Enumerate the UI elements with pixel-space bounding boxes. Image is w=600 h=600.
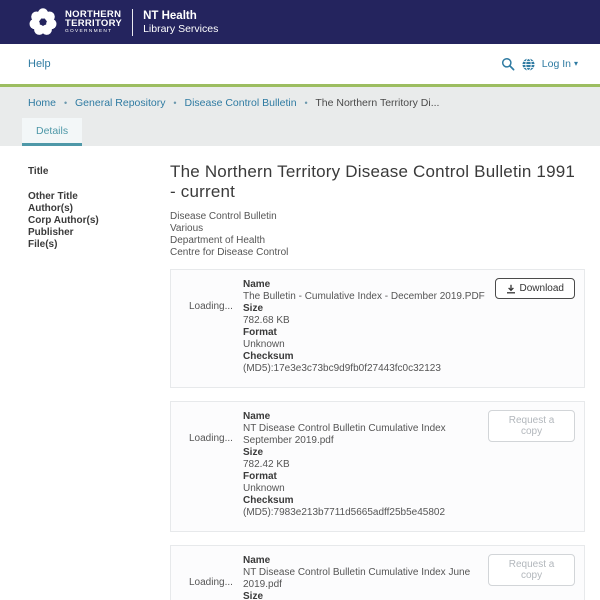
- logo-text-line3: GOVERNMENT: [65, 29, 122, 34]
- file-name-value: NT Disease Control Bulletin Cumulative I…: [243, 567, 488, 591]
- file-size-value: 782.68 KB: [243, 315, 495, 327]
- site-title-line2: Library Services: [143, 23, 218, 35]
- field-label-other-title: Other Title: [28, 191, 170, 203]
- file-format-label: Format: [243, 327, 495, 339]
- record-main: The Northern Territory Disease Control B…: [170, 162, 585, 600]
- file-name-value: The Bulletin - Cumulative Index - Decemb…: [243, 291, 495, 303]
- breadcrumb-separator: •: [304, 98, 307, 108]
- download-icon: [506, 284, 516, 294]
- app-header: NORTHERN TERRITORY GOVERNMENT NT Health …: [0, 0, 600, 44]
- file-thumbnail-loading: Loading...: [171, 270, 243, 387]
- file-card: Loading... Name NT Disease Control Bulle…: [170, 401, 585, 532]
- breadcrumb: Home • General Repository • Disease Cont…: [0, 93, 600, 118]
- site-title-line1: NT Health: [143, 10, 218, 23]
- file-name-label: Name: [243, 411, 488, 423]
- file-checksum-label: Checksum: [243, 495, 488, 507]
- field-label-title: Title: [28, 162, 170, 182]
- search-icon[interactable]: [501, 57, 515, 71]
- page-title: The Northern Territory Disease Control B…: [170, 162, 585, 202]
- nt-government-logo: NORTHERN TERRITORY GOVERNMENT: [28, 7, 122, 37]
- record-publisher: Centre for Disease Control: [170, 247, 585, 259]
- file-action-label: Request a copy: [499, 415, 564, 437]
- record-other-title: Disease Control Bulletin: [170, 211, 585, 223]
- login-label: Log In: [542, 58, 571, 70]
- file-thumbnail-loading: Loading...: [171, 546, 243, 600]
- secondary-navbar: Help Log In ▾: [0, 44, 600, 84]
- tab-bar: Details: [0, 118, 600, 146]
- record-authors: Various: [170, 223, 585, 235]
- breadcrumb-link-disease-control-bulletin[interactable]: Disease Control Bulletin: [184, 97, 296, 109]
- field-label-sidebar: Title Other Title Author(s) Corp Author(…: [28, 162, 170, 600]
- logo-text-line2: TERRITORY: [65, 19, 122, 28]
- file-thumbnail-loading: Loading...: [171, 402, 243, 531]
- file-action-button[interactable]: Request a copy: [488, 410, 575, 442]
- breadcrumb-link-home[interactable]: Home: [28, 97, 56, 109]
- tab-details[interactable]: Details: [22, 118, 82, 146]
- file-format-label: Format: [243, 471, 488, 483]
- breadcrumb-separator: •: [64, 98, 67, 108]
- record-content: Title Other Title Author(s) Corp Author(…: [0, 146, 600, 600]
- file-format-value: Unknown: [243, 339, 495, 351]
- help-link[interactable]: Help: [28, 58, 51, 70]
- file-checksum-label: Checksum: [243, 351, 495, 363]
- file-action-button[interactable]: Download: [495, 278, 575, 299]
- file-card: Loading... Name The Bulletin - Cumulativ…: [170, 269, 585, 388]
- breadcrumb-link-general-repository[interactable]: General Repository: [75, 97, 165, 109]
- login-link[interactable]: Log In ▾: [542, 58, 578, 70]
- file-name-label: Name: [243, 279, 495, 291]
- flower-logo-icon: [28, 7, 58, 37]
- field-label-corp-authors: Corp Author(s): [28, 215, 170, 227]
- file-format-value: Unknown: [243, 483, 488, 495]
- file-size-label: Size: [243, 303, 495, 315]
- file-name-value: NT Disease Control Bulletin Cumulative I…: [243, 423, 488, 447]
- file-size-label: Size: [243, 591, 488, 600]
- globe-icon[interactable]: [522, 58, 535, 71]
- file-action-button[interactable]: Request a copy: [488, 554, 575, 586]
- file-size-value: 782.42 KB: [243, 459, 488, 471]
- file-action-label: Download: [520, 283, 564, 294]
- breadcrumb-current: The Northern Territory Di...: [315, 97, 439, 109]
- field-label-authors: Author(s): [28, 203, 170, 215]
- record-corp-authors: Department of Health: [170, 235, 585, 247]
- breadcrumb-separator: •: [173, 98, 176, 108]
- page: NORTHERN TERRITORY GOVERNMENT NT Health …: [0, 0, 600, 600]
- file-list: Loading... Name The Bulletin - Cumulativ…: [170, 269, 585, 600]
- field-label-files: File(s): [28, 239, 170, 251]
- file-size-label: Size: [243, 447, 488, 459]
- file-checksum-value: (MD5):17e3e3c73bc9d9fb0f27443fc0c32123: [243, 363, 495, 375]
- breadcrumb-tab-zone: Home • General Repository • Disease Cont…: [0, 87, 600, 146]
- site-title: NT Health Library Services: [143, 10, 218, 35]
- header-divider: [132, 9, 133, 36]
- field-label-publisher: Publisher: [28, 227, 170, 239]
- file-action-label: Request a copy: [499, 559, 564, 581]
- file-card: Loading... Name NT Disease Control Bulle…: [170, 545, 585, 600]
- file-checksum-value: (MD5):7983e213b7711d5665adff25b5e45802: [243, 507, 488, 519]
- file-name-label: Name: [243, 555, 488, 567]
- chevron-down-icon: ▾: [574, 60, 578, 68]
